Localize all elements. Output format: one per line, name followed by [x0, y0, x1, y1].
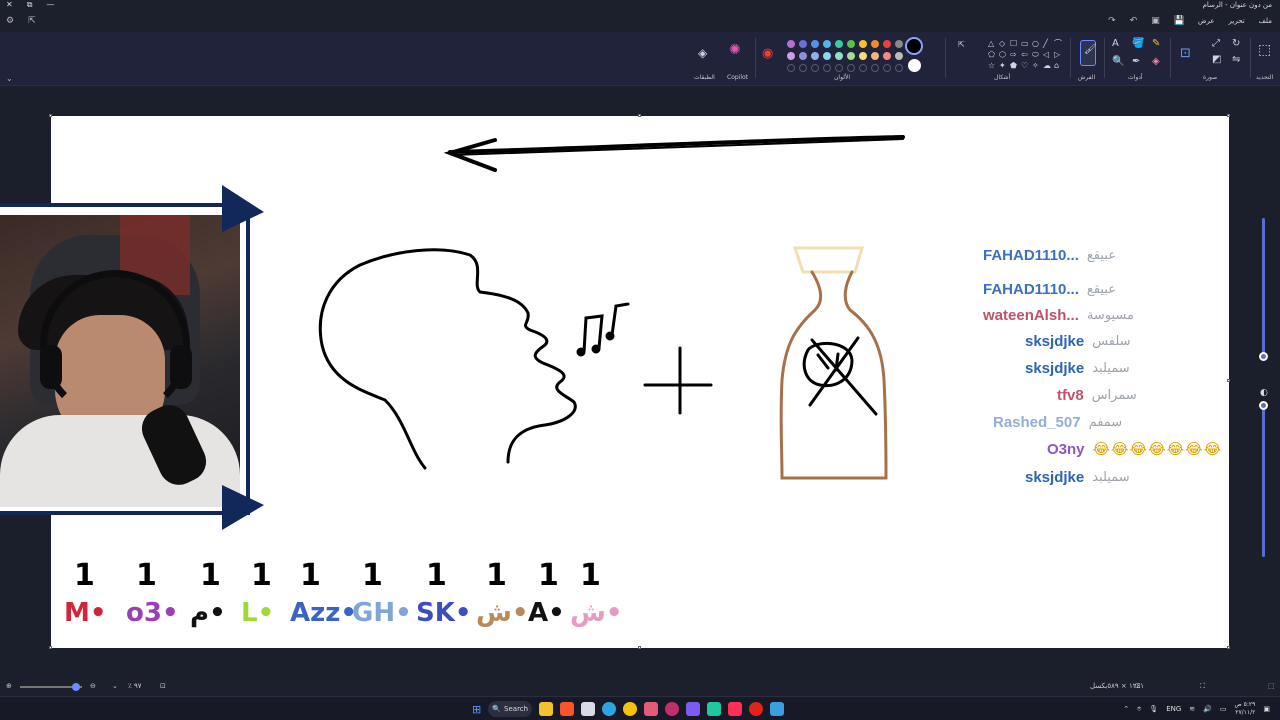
- battery-icon[interactable]: ▭: [1220, 705, 1227, 713]
- zoom-out-icon[interactable]: ⊖: [90, 682, 96, 690]
- edge-browser-icon[interactable]: [602, 702, 617, 716]
- score-number: 1: [200, 558, 221, 593]
- chat-username: wateenAlsh...: [983, 306, 1079, 324]
- player-label: L•: [241, 598, 275, 628]
- network-icon[interactable]: ⌾: [1137, 705, 1141, 714]
- score-number: 1: [136, 558, 157, 593]
- opacity-slider-knob[interactable]: [1259, 401, 1268, 410]
- chat-text: سمراس: [1091, 387, 1137, 403]
- chat-message: tfv8 سمراس: [1057, 384, 1137, 406]
- score-number: 1: [426, 558, 447, 593]
- clock[interactable]: ٥:٢٩ ص ٢٧/١١/٢: [1235, 701, 1256, 717]
- chat-overlay: FAHAD1110... عبيقع FAHAD1110... عبيقع wateen…: [975, 250, 1265, 490]
- opera-icon[interactable]: [665, 702, 680, 716]
- taskbar-search[interactable]: 🔍 Search: [488, 701, 533, 717]
- status-bar: ⊕ ⊖ ⌄ ٪ ٩٧ ⊡ ١٢٤١ × ٥٨٩بكسل ⊡ ⛶ ⬚: [0, 678, 1280, 696]
- brush-size-slider-knob[interactable]: [1259, 352, 1268, 361]
- maximize-icon[interactable]: ⬚: [1268, 682, 1275, 690]
- chat-text: عبيقع: [1086, 281, 1116, 297]
- chat-text: سميلبد: [1092, 469, 1130, 485]
- chat-message: FAHAD1110... عبيقع: [983, 278, 1116, 300]
- fullscreen-icon[interactable]: ⛶: [1200, 682, 1205, 691]
- tiktok-icon[interactable]: [728, 702, 743, 716]
- taskbar: ⊞ 🔍 Search ⌃ ⌾ 🎙 ENG ≋ 🔊 ▭ ٥:٢٩ ص ٢٧/١١/…: [0, 696, 1280, 720]
- language-indicator[interactable]: ENG: [1166, 705, 1181, 713]
- volume-icon[interactable]: 🔊: [1203, 705, 1212, 713]
- arrow-drawing: [443, 135, 905, 172]
- score-number: 1: [251, 558, 272, 593]
- player-label: ش•: [476, 598, 529, 628]
- chat-message: Rashed_507 سمفم: [993, 411, 1122, 433]
- paint-app-icon[interactable]: [770, 702, 785, 716]
- player-label: ش•: [570, 598, 623, 628]
- head-outline-drawing: [318, 248, 577, 470]
- mic-icon[interactable]: 🎙: [1149, 705, 1158, 713]
- store-icon[interactable]: [581, 702, 596, 716]
- poison-bottle-drawing: [779, 246, 888, 480]
- player-label: M•: [64, 598, 107, 628]
- chat-text: سمفم: [1088, 414, 1123, 430]
- chat-message: sksjdjke سلفس: [1025, 330, 1131, 352]
- windows-start-icon[interactable]: ⊞: [472, 703, 481, 716]
- zoom-level: ٪ ٩٧: [128, 682, 142, 690]
- chat-username: FAHAD1110...: [983, 280, 1079, 298]
- music-notes-drawing: [576, 302, 630, 357]
- chat-text: مسيوسة: [1086, 307, 1134, 323]
- discord-icon[interactable]: [686, 702, 701, 716]
- search-label: Search: [504, 705, 529, 713]
- chat-username: O3ny: [1047, 440, 1085, 458]
- score-number: 1: [300, 558, 321, 593]
- chat-message: sksjdjke سميلبد: [1025, 466, 1130, 488]
- wifi-icon[interactable]: ≋: [1189, 705, 1195, 713]
- player-label: A•: [528, 598, 565, 628]
- score-number: 1: [580, 558, 601, 593]
- brush-size-slider[interactable]: [1262, 218, 1265, 358]
- score-number: 1: [74, 558, 95, 593]
- opacity-icon: ◐: [1260, 388, 1268, 398]
- zoom-in-icon[interactable]: ⊕: [6, 682, 12, 690]
- player-label: o3•: [126, 598, 179, 628]
- chat-message: wateenAlsh... مسيوسة: [983, 304, 1134, 326]
- chat-username: sksjdjke: [1025, 468, 1085, 486]
- obs-icon[interactable]: [644, 702, 659, 716]
- clock-date: ٢٧/١١/٢: [1235, 709, 1256, 716]
- streaming-app-icon[interactable]: [707, 702, 722, 716]
- chat-message: FAHAD1110... عبيقع: [983, 250, 1116, 266]
- player-label: GH•: [352, 598, 412, 628]
- chat-username: sksjdjke: [1025, 359, 1085, 377]
- zoom-slider-knob[interactable]: [72, 683, 80, 691]
- search-icon: 🔍: [492, 705, 502, 713]
- chat-text: سميلبد: [1092, 360, 1130, 376]
- opacity-slider[interactable]: [1262, 405, 1265, 557]
- chevron-up-icon[interactable]: ⌃: [1123, 705, 1129, 713]
- chat-message: O3ny 😂😂😂😂😂😂😂: [1047, 438, 1222, 460]
- chat-username: Rashed_507: [993, 413, 1081, 431]
- score-number: 1: [362, 558, 383, 593]
- notifications-icon[interactable]: ▣: [1263, 705, 1270, 713]
- clock-time: ٥:٢٩ ص: [1234, 701, 1256, 708]
- chat-username: sksjdjke: [1025, 332, 1085, 350]
- canvas-size-icon: ⊡: [1135, 682, 1141, 690]
- chat-text: 😂😂😂😂😂😂😂: [1092, 440, 1223, 458]
- file-explorer-icon[interactable]: [539, 702, 554, 716]
- system-tray: ⌃ ⌾ 🎙 ENG ≋ 🔊 ▭ ٥:٢٩ ص ٢٧/١١/٢ ▣: [1123, 701, 1270, 717]
- chat-text: سلفس: [1092, 333, 1131, 349]
- plus-sign-drawing: [643, 346, 713, 415]
- brave-browser-icon[interactable]: [560, 702, 575, 716]
- chevron-down-icon[interactable]: ⌄: [112, 682, 118, 690]
- chat-message: sksjdjke سميلبد: [1025, 357, 1130, 379]
- fit-to-window-icon[interactable]: ⊡: [160, 682, 166, 690]
- player-label: SK•: [416, 598, 472, 628]
- chat-username: tfv8: [1057, 386, 1084, 404]
- score-number: 1: [538, 558, 559, 593]
- opera-gx-icon[interactable]: [749, 702, 764, 716]
- webcam-feed: [0, 215, 240, 507]
- chat-username: FAHAD1110...: [983, 250, 1079, 264]
- player-label: م•: [190, 598, 226, 628]
- chrome-browser-icon[interactable]: [623, 702, 638, 716]
- chat-text: عبيقع: [1086, 250, 1116, 263]
- webcam-frame: [0, 203, 250, 515]
- score-number: 1: [486, 558, 507, 593]
- player-label: Azz•: [290, 598, 358, 628]
